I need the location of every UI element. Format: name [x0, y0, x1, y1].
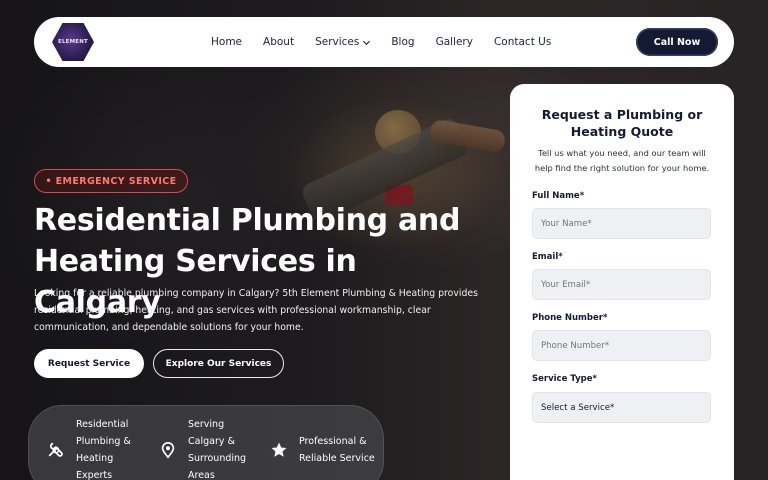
feature-reliable-service: Professional & Reliable Service [270, 433, 375, 467]
full-name-input[interactable] [532, 208, 711, 239]
feature-line: Professional & [299, 436, 367, 447]
star-icon [271, 442, 287, 457]
feature-residential-experts: Residential Plumbing & Heating Experts [47, 416, 131, 480]
main-nav: Home About Services Blog Gallery Contact… [211, 17, 551, 67]
feature-highlights: Residential Plumbing & Heating Experts S… [28, 405, 384, 480]
company-logo[interactable]: ELEMENT [52, 23, 94, 61]
feature-line: Calgary & [188, 436, 235, 447]
nav-about[interactable]: About [263, 36, 294, 48]
nav-contact[interactable]: Contact Us [494, 36, 551, 48]
feature-line: Serving [188, 419, 225, 430]
feature-line: Surrounding [188, 453, 247, 464]
service-type-selected: Select a Service* [541, 402, 615, 413]
emergency-service-badge: • EMERGENCY SERVICE [34, 169, 188, 193]
nav-blog[interactable]: Blog [391, 36, 414, 48]
nav-contact-label: Contact Us [493, 36, 552, 48]
location-pin-icon [161, 442, 175, 459]
quote-form-card: Request a Plumbing or Heating Quote Tell… [510, 84, 734, 480]
phone-input[interactable] [532, 330, 711, 361]
hero-description: Looking for a reliable plumbing company … [34, 288, 478, 333]
nav-gallery[interactable]: Gallery [436, 36, 473, 48]
feature-service-area: Serving Calgary & Surrounding Areas [159, 416, 246, 480]
feature-line: Areas [188, 470, 215, 480]
feature-line: Heating [76, 453, 114, 464]
feature-line: Plumbing & [76, 436, 131, 447]
feature-text: Residential Plumbing & Heating Experts [76, 416, 131, 480]
explore-services-button[interactable]: Explore Our Services [153, 349, 284, 378]
quote-form-title: Request a Plumbing or Heating Quote [541, 107, 703, 139]
nav-gallery-label: Gallery [435, 36, 473, 48]
service-type-select[interactable]: Select a Service* [532, 392, 711, 423]
feature-text: Serving Calgary & Surrounding Areas [188, 416, 246, 480]
email-label: Email* [532, 252, 563, 262]
feature-line: Reliable Service [299, 453, 375, 464]
call-now-button[interactable]: Call Now [636, 28, 718, 56]
nav-home-label: Home [211, 36, 243, 48]
tools-icon [48, 442, 63, 457]
quote-form-subtitle: Tell us what you need, and our team will… [534, 148, 710, 173]
feature-line: Experts [76, 470, 113, 480]
feature-text: Professional & Reliable Service [299, 433, 375, 467]
feature-line: Residential [76, 419, 129, 430]
service-type-label: Service Type* [532, 374, 597, 384]
nav-services[interactable]: Services [315, 36, 371, 48]
email-input[interactable] [532, 269, 711, 300]
site-header: ELEMENT Home About Services Blog Gallery… [34, 17, 734, 67]
logo-wordmark: ELEMENT [57, 39, 88, 45]
nav-services-label: Services [315, 36, 360, 48]
phone-label: Phone Number* [532, 313, 608, 323]
hero-headline-line1: Residential Plumbing and [34, 203, 461, 238]
full-name-label: Full Name* [532, 191, 585, 201]
nav-home[interactable]: Home [211, 36, 242, 48]
chevron-down-icon [363, 40, 371, 45]
nav-about-label: About [263, 36, 295, 48]
nav-blog-label: Blog [391, 36, 415, 48]
request-service-button[interactable]: Request Service [34, 349, 144, 378]
